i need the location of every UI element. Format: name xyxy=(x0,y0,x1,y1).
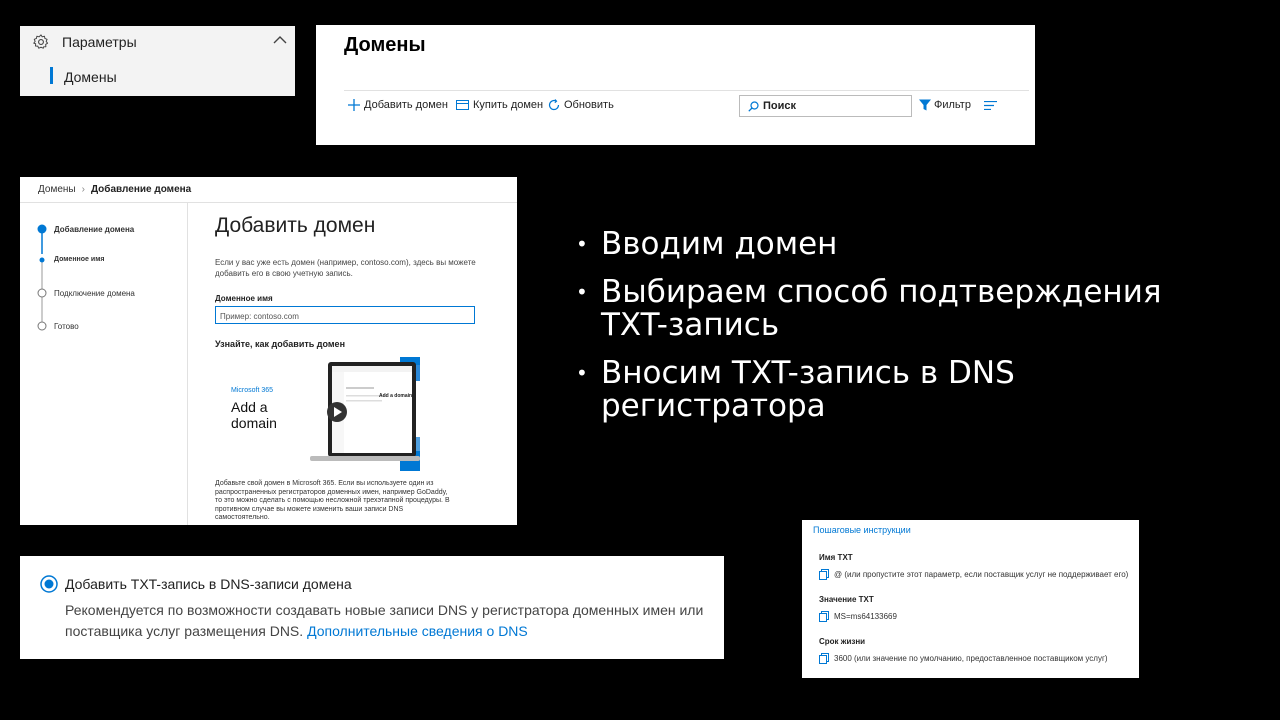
copy-icon[interactable] xyxy=(819,569,829,580)
add-domain-button[interactable]: Добавить домен xyxy=(348,99,448,111)
add-domain-label: Добавить домен xyxy=(364,99,448,111)
refresh-label: Обновить xyxy=(564,99,614,111)
step-done: Готово xyxy=(54,322,79,331)
refresh-icon xyxy=(548,99,560,111)
search-icon xyxy=(748,100,759,112)
bullet-text: Выбираем способ подтверждения TXT-запись xyxy=(601,274,1162,343)
bullet-text: Вносим TXT-запись в DNS регистратора xyxy=(601,355,1015,424)
breadcrumb-domains[interactable]: Домены xyxy=(38,184,76,195)
card-icon xyxy=(456,100,469,110)
wizard-description: Если у вас уже есть домен (например, con… xyxy=(215,258,476,278)
filter-icon xyxy=(919,99,931,111)
bullet-text: Вводим домен xyxy=(601,226,838,262)
domain-name-input[interactable]: Пример: contoso.com xyxy=(215,306,475,324)
domain-name-label: Доменное имя xyxy=(215,294,273,303)
plus-icon xyxy=(348,99,360,111)
bullet-dot: • xyxy=(576,280,588,304)
bullet-list: • Вводим домен • Выбираем способ подтвержд… xyxy=(576,228,1196,438)
bullet-item: • Выбираем способ подтверждения TXT-запис… xyxy=(576,276,1196,342)
buy-domain-label: Купить домен xyxy=(473,99,544,111)
wizard-heading: Добавить домен xyxy=(215,214,376,237)
refresh-button[interactable]: Обновить xyxy=(548,99,614,111)
divider xyxy=(20,202,517,203)
txt-value-label: Значение TXT xyxy=(819,595,874,604)
ttl-value: 3600 (или значение по умолчанию, предост… xyxy=(819,653,1108,664)
chevron-right-icon: › xyxy=(81,184,85,195)
step-domain-name: Доменное имя xyxy=(54,256,105,263)
wizard-footer-text: Добавьте свой домен в Microsoft 365. Есл… xyxy=(215,480,450,521)
txt-value-value: MS=ms64133669 xyxy=(819,611,897,622)
video-thumbnail[interactable]: Microsoft 365 Add a domain Add a domain xyxy=(225,357,420,472)
txt-name-text: @ (или пропустите этот параметр, если по… xyxy=(834,570,1129,579)
bullet-item: • Вводим домен xyxy=(576,228,1196,261)
copy-icon[interactable] xyxy=(819,653,829,664)
domains-page-panel: Домены Добавить домен Купить домен Обнов… xyxy=(316,25,1035,145)
bullet-item: • Вносим TXT-запись в DNS регистратора xyxy=(576,357,1196,423)
video-screen-heading: Add a domain xyxy=(379,393,413,399)
view-options-icon[interactable] xyxy=(984,101,997,110)
copy-icon[interactable] xyxy=(819,611,829,622)
txt-option-description: Рекомендуется по возможности создавать н… xyxy=(65,600,715,642)
bullet-dot: • xyxy=(576,232,588,256)
step-add-domain: Добавление домена xyxy=(54,225,135,234)
txt-option-title: Добавить TXT-запись в DNS-записи домена xyxy=(65,576,352,592)
txt-name-label: Имя TXT xyxy=(819,553,853,562)
filter-label: Фильтр xyxy=(934,99,971,111)
divider xyxy=(344,90,1029,91)
dns-info-link[interactable]: Дополнительные сведения о DNS xyxy=(307,623,528,639)
settings-nav-item[interactable]: Параметры xyxy=(32,33,137,51)
active-indicator xyxy=(50,67,53,84)
bullet-dot: • xyxy=(576,361,588,385)
video-title: Add a domain xyxy=(231,399,277,431)
settings-nav-panel: Параметры Домены xyxy=(20,26,295,96)
gear-icon xyxy=(32,33,50,51)
filter-button[interactable]: Фильтр xyxy=(919,99,971,111)
ttl-label: Срок жизни xyxy=(819,637,866,646)
search-input[interactable]: Поиск xyxy=(739,95,912,117)
chevron-up-icon[interactable] xyxy=(273,35,287,45)
steps-track xyxy=(37,224,47,331)
txt-record-option: Добавить TXT-запись в DNS-записи домена … xyxy=(20,556,724,659)
add-domain-wizard: Домены › Добавление домена Добавление до… xyxy=(20,177,517,525)
learn-heading: Узнайте, как добавить домен xyxy=(215,339,345,349)
breadcrumb-current: Добавление домена xyxy=(90,184,192,195)
ttl-text: 3600 (или значение по умолчанию, предост… xyxy=(834,654,1108,663)
search-placeholder: Поиск xyxy=(763,100,797,112)
radio-selected-icon[interactable] xyxy=(40,575,58,593)
video-brand: Microsoft 365 xyxy=(231,387,274,394)
step-instructions-link[interactable]: Пошаговые инструкции xyxy=(813,525,911,535)
divider xyxy=(187,203,188,525)
buy-domain-button[interactable]: Купить домен xyxy=(456,99,543,111)
breadcrumb: Домены › Добавление домена xyxy=(38,184,191,195)
txt-value-text: MS=ms64133669 xyxy=(834,612,897,621)
instructions-panel: Пошаговые инструкции Имя TXT @ (или проп… xyxy=(802,520,1139,678)
txt-name-value: @ (или пропустите этот параметр, если по… xyxy=(819,569,1128,580)
step-connect-domain: Подключение домена xyxy=(54,289,135,298)
page-title: Домены xyxy=(344,34,426,56)
nav-item-domains[interactable]: Домены xyxy=(64,69,117,85)
settings-nav-label: Параметры xyxy=(62,34,137,50)
